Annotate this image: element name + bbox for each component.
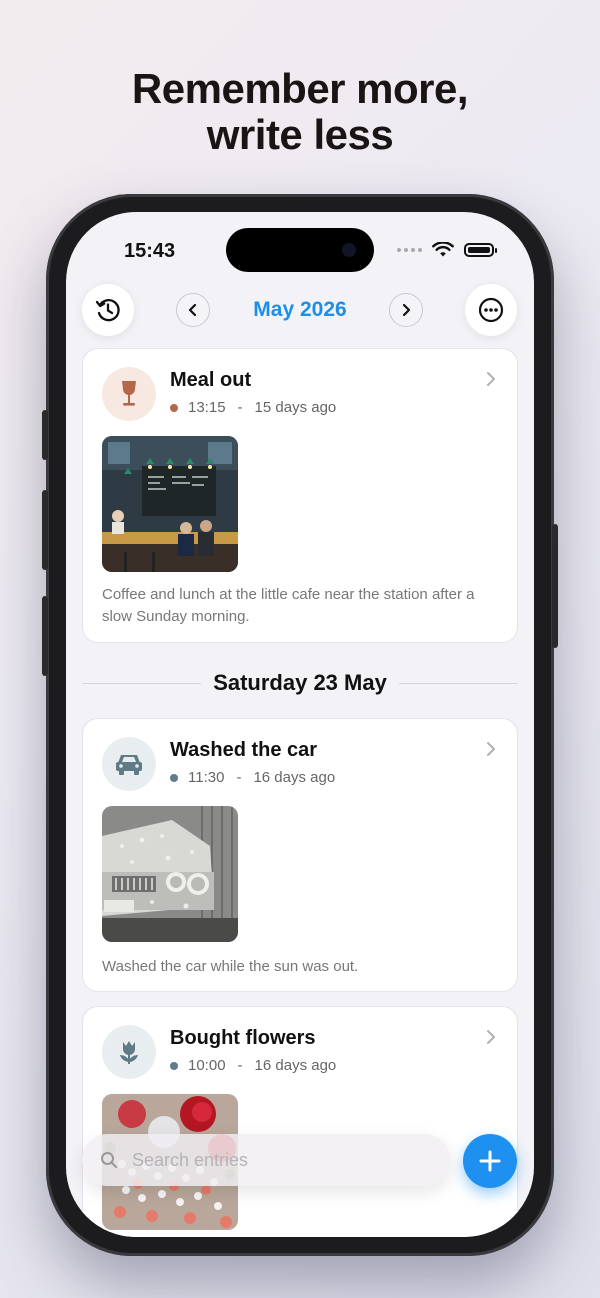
phone-screen: 15:43 May 2026 Meal out 13:15 - 15 days … [66,212,534,1237]
search-bar[interactable]: Search entries [82,1134,450,1186]
phone-volume-up-button [42,490,48,570]
search-input[interactable]: Search entries [132,1150,248,1171]
plus-icon [479,1150,501,1172]
entry-time: 13:15 [188,399,226,416]
entry-icon-badge [102,1025,156,1079]
entry-relative-date: 15 days ago [254,399,337,416]
front-camera [342,243,356,257]
entry-title: Washed the car [170,739,318,761]
status-icons [397,242,497,258]
previous-month-button[interactable] [176,293,210,327]
car-icon [116,755,142,775]
search-icon [101,1152,117,1168]
entry-icon-badge [102,737,156,791]
entry-meta: 13:15 - 15 days ago [170,399,336,416]
entry-photo-cafe[interactable] [102,436,238,572]
headline-line-1: Remember more, [131,65,469,112]
meta-separator: - [237,1057,243,1074]
wifi-icon [432,242,454,257]
headline: Remember more, write less [0,66,600,158]
category-dot [170,1061,178,1070]
cellular-signal-icon [397,248,422,252]
chevron-right-icon [402,303,411,317]
entry-title: Bought flowers [170,1027,316,1049]
phone-power-button [552,524,558,648]
category-dot [170,773,178,782]
entry-time: 11:30 [188,769,225,786]
tulip-icon [120,1041,138,1064]
headline-line-2: write less [206,111,394,158]
divider [82,682,202,684]
phone-action-button [42,410,48,460]
entry-relative-date: 16 days ago [254,1057,337,1074]
entry-relative-date: 16 days ago [253,769,336,786]
wine-glass-icon [122,381,136,406]
meta-separator: - [236,769,242,786]
month-title[interactable]: May 2026 [226,298,374,322]
entry-description: Coffee and lunch at the little cafe near… [102,586,475,625]
add-entry-button[interactable] [463,1134,517,1188]
history-button[interactable] [82,284,134,336]
chevron-right-icon [487,1030,495,1044]
entry-photo-car[interactable] [102,806,238,942]
entry-card-washed-the-car[interactable]: Washed the car 11:30 - 16 days ago Washe… [82,718,518,992]
entry-card-bought-flowers[interactable]: Bought flowers 10:00 - 16 days ago [82,1006,518,1237]
chevron-right-icon [487,372,495,386]
more-options-button[interactable] [465,284,517,336]
meta-separator: - [237,399,243,416]
history-icon [95,298,120,322]
entry-card-meal-out[interactable]: Meal out 13:15 - 15 days ago Coffee and … [82,348,518,643]
entry-description: Washed the car while the sun was out. [102,958,359,975]
chevron-left-icon [188,303,197,317]
entry-meta: 10:00 - 16 days ago [170,1057,336,1074]
entry-meta: 11:30 - 16 days ago [170,769,335,786]
dynamic-island [226,228,374,272]
status-time: 15:43 [124,240,176,262]
chevron-right-icon [487,742,495,756]
divider [398,682,519,684]
entry-time: 10:00 [188,1057,226,1074]
battery-icon [464,243,497,257]
next-month-button[interactable] [389,293,423,327]
entry-icon-badge [102,367,156,421]
entry-title: Meal out [170,369,252,391]
category-dot [170,403,178,412]
phone-volume-down-button [42,596,48,676]
day-header-title: Saturday 23 May [213,670,387,695]
more-icon [478,297,504,323]
day-header: Saturday 23 May [82,668,519,698]
